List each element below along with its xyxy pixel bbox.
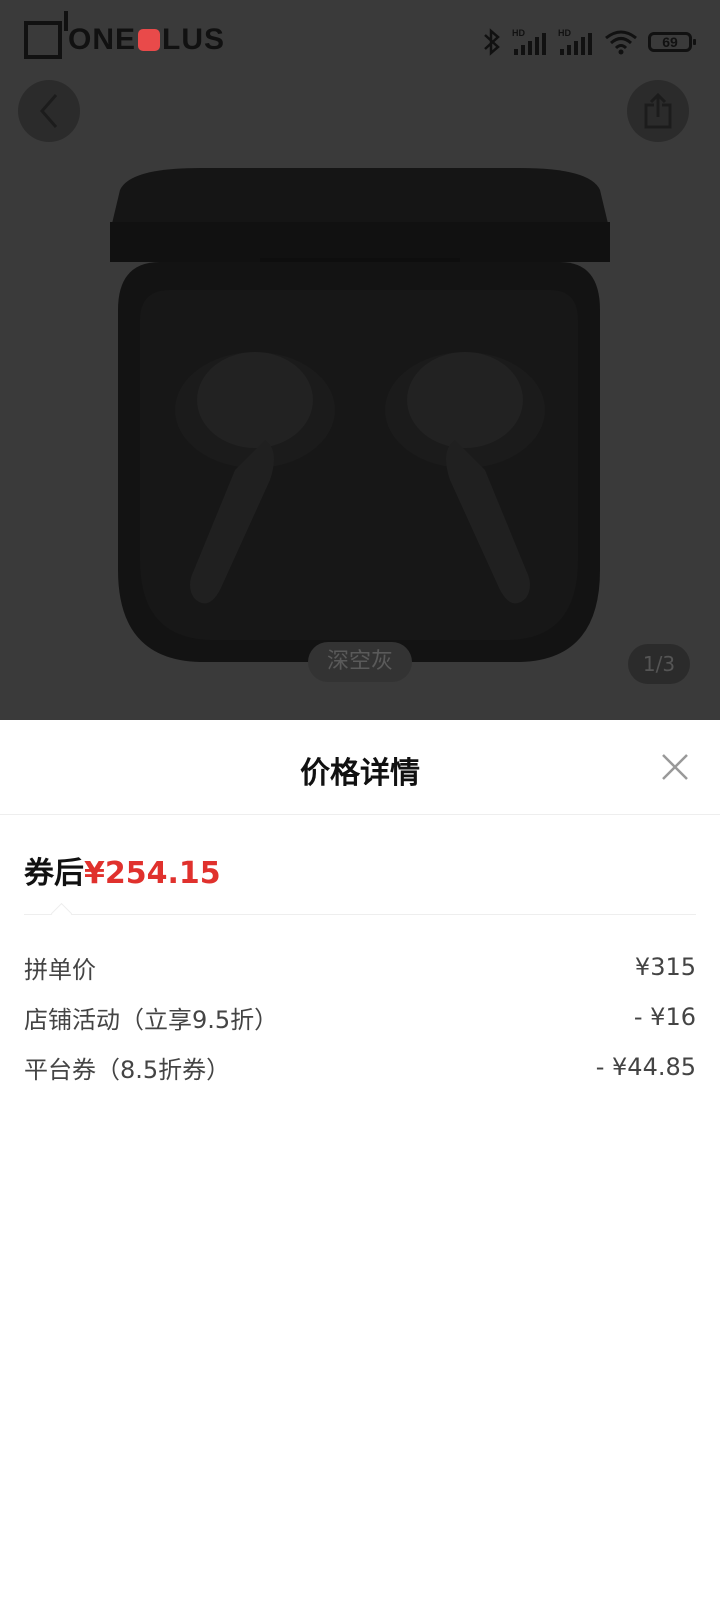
svg-text:HD: HD [512, 28, 525, 38]
chevron-left-icon [40, 94, 58, 128]
brand-logo: ONE LUS [24, 11, 226, 62]
battery-level: 69 [662, 34, 678, 50]
product-image [0, 150, 720, 710]
back-button[interactable] [18, 80, 80, 142]
brand-text-suffix: LUS [162, 23, 226, 56]
bluetooth-icon [484, 28, 500, 56]
price-row-label: 平台券（8.5折券） [24, 1055, 231, 1084]
sheet-header: 价格详情 [0, 720, 720, 815]
image-page-counter: 1/3 [628, 644, 690, 684]
final-price: 券后¥254.15 [24, 848, 221, 892]
brand-logo-mark [24, 11, 68, 59]
signal-icon-1: HD [512, 28, 546, 55]
status-icons: HD HD 69 [482, 22, 696, 62]
status-bar: ONE LUS HD HD 69 [0, 0, 720, 84]
brand-text: ONE [68, 23, 137, 56]
price-row-label: 店铺活动（立享9.5折） [24, 1005, 279, 1034]
price-row: 店铺活动（立享9.5折） - ¥16 [24, 992, 696, 1042]
battery-indicator: 69 [648, 32, 696, 52]
svg-text:HD: HD [558, 28, 571, 38]
app-badge-icon [138, 29, 161, 51]
price-row-amount: - ¥16 [633, 1003, 696, 1031]
final-price-label: 券后 [24, 856, 84, 891]
earbuds-case-image [110, 168, 610, 662]
share-button[interactable] [627, 80, 689, 142]
share-icon [644, 92, 672, 129]
signal-icon-2: HD [558, 28, 592, 55]
price-row: 拼单价 ¥315 [24, 942, 696, 992]
product-gallery[interactable]: ONE LUS HD HD 69 深空灰 1/3 [0, 0, 720, 720]
wifi-icon [605, 30, 637, 55]
price-row-amount: - ¥44.85 [595, 1053, 696, 1081]
price-breakdown-list: 拼单价 ¥315 店铺活动（立享9.5折） - ¥16 平台券（8.5折券） -… [24, 942, 696, 1092]
close-icon [662, 754, 688, 780]
price-row-label: 拼单价 [24, 955, 96, 984]
price-row-amount: ¥315 [634, 953, 696, 981]
price-details-sheet: 价格详情 券后¥254.15 拼单价 ¥315 店铺活动（立享9.5折） - ¥… [0, 720, 720, 1600]
sheet-title: 价格详情 [300, 756, 420, 791]
close-button[interactable] [660, 752, 690, 782]
price-row: 平台券（8.5折券） - ¥44.85 [24, 1042, 696, 1092]
color-variant-label: 深空灰 [308, 642, 412, 682]
final-price-value: ¥254.15 [84, 856, 221, 891]
divider [24, 914, 696, 915]
